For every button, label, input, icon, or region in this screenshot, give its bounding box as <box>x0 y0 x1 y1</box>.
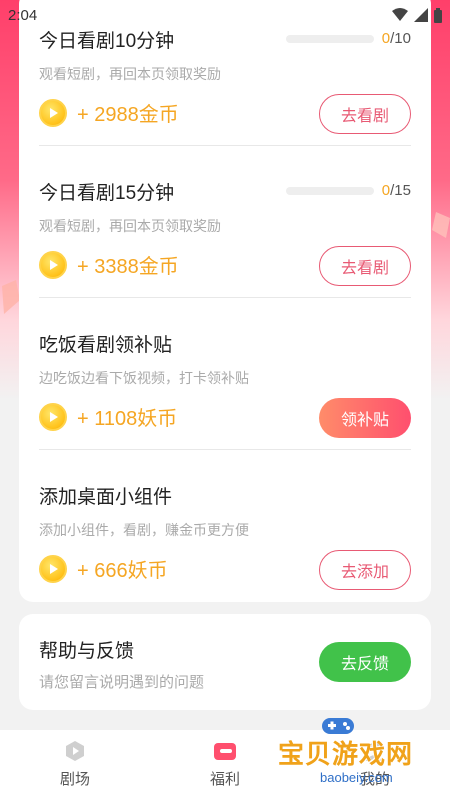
task-description: 边吃饭边看下饭视频，打卡领补贴 <box>39 370 249 386</box>
progress-bar <box>285 186 374 195</box>
watch-drama-button[interactable]: 去看剧 <box>319 246 411 286</box>
task-reward: + 2988金币 <box>39 98 179 127</box>
coin-icon <box>39 554 67 583</box>
task-description: 观看短剧，再回本页领取奖励 <box>39 218 221 234</box>
task-reward: + 1108妖币 <box>39 402 177 431</box>
wifi-icon <box>392 8 408 21</box>
feedback-button[interactable]: 去反馈 <box>319 642 411 682</box>
progress-current: 0 <box>381 182 391 199</box>
help-title: 帮助与反馈 <box>39 641 135 662</box>
divider <box>39 449 411 450</box>
coin-icon <box>39 250 67 279</box>
signal-icon <box>414 8 428 22</box>
task-description: 观看短剧，再回本页领取奖励 <box>39 66 221 82</box>
help-description: 请您留言说明遇到的问题 <box>39 674 205 691</box>
divider <box>39 145 411 146</box>
status-bar: 2:04 <box>0 0 450 30</box>
reward-amount: + 666妖币 <box>77 560 168 582</box>
watch-drama-button[interactable]: 去看剧 <box>319 94 411 134</box>
progress-current: 0 <box>381 30 391 47</box>
progress-total: /10 <box>390 30 411 47</box>
task-item-meal-subsidy: 吃饭看剧领补贴 边吃饭边看下饭视频，打卡领补贴 + 1108妖币 领补贴 <box>39 304 411 456</box>
progress-bar <box>285 34 374 43</box>
task-title: 今日看剧15分钟 <box>39 183 175 204</box>
tasks-card: 今日看剧10分钟 0/10 观看短剧，再回本页领取奖励 + 2988金币 去看剧… <box>19 0 431 602</box>
play-icon <box>66 741 84 761</box>
divider <box>39 297 411 298</box>
watermark-text: 宝贝游戏网 <box>278 739 414 769</box>
task-reward: + 666妖币 <box>39 554 168 583</box>
task-title: 添加桌面小组件 <box>39 487 173 508</box>
watermark-logo: 宝贝游戏网 baobeiy.com <box>278 712 428 792</box>
tab-label: 剧场 <box>59 771 90 788</box>
watermark-url: baobeiy.com <box>320 770 393 785</box>
task-progress: 0/10 <box>285 30 411 47</box>
claim-subsidy-button[interactable]: 领补贴 <box>319 398 411 438</box>
battery-icon <box>434 7 442 23</box>
confetti-decoration <box>432 212 450 238</box>
coin-icon <box>39 98 67 127</box>
task-item-watch-15: 今日看剧15分钟 0/15 观看短剧，再回本页领取奖励 + 3388金币 去看剧 <box>39 152 411 304</box>
tab-label: 福利 <box>209 771 240 788</box>
gift-icon <box>214 743 236 760</box>
task-title: 今日看剧10分钟 <box>39 31 175 52</box>
progress-total: /15 <box>390 182 411 199</box>
status-time: 2:04 <box>8 6 38 24</box>
add-widget-button[interactable]: 去添加 <box>319 550 411 590</box>
tab-theater[interactable]: 剧场 <box>0 730 150 800</box>
reward-amount: + 1108妖币 <box>77 408 178 430</box>
coin-icon <box>39 402 67 431</box>
reward-amount: + 2988金币 <box>77 104 179 126</box>
reward-amount: + 3388金币 <box>77 256 179 278</box>
help-feedback-card: 帮助与反馈 请您留言说明遇到的问题 去反馈 <box>19 614 431 710</box>
task-item-add-widget: 添加桌面小组件 添加小组件，看剧，赚金币更方便 + 666妖币 去添加 <box>39 456 411 608</box>
task-title: 吃饭看剧领补贴 <box>39 335 173 356</box>
task-progress: 0/15 <box>285 182 411 199</box>
task-reward: + 3388金币 <box>39 250 179 279</box>
task-description: 添加小组件，看剧，赚金币更方便 <box>39 522 249 538</box>
